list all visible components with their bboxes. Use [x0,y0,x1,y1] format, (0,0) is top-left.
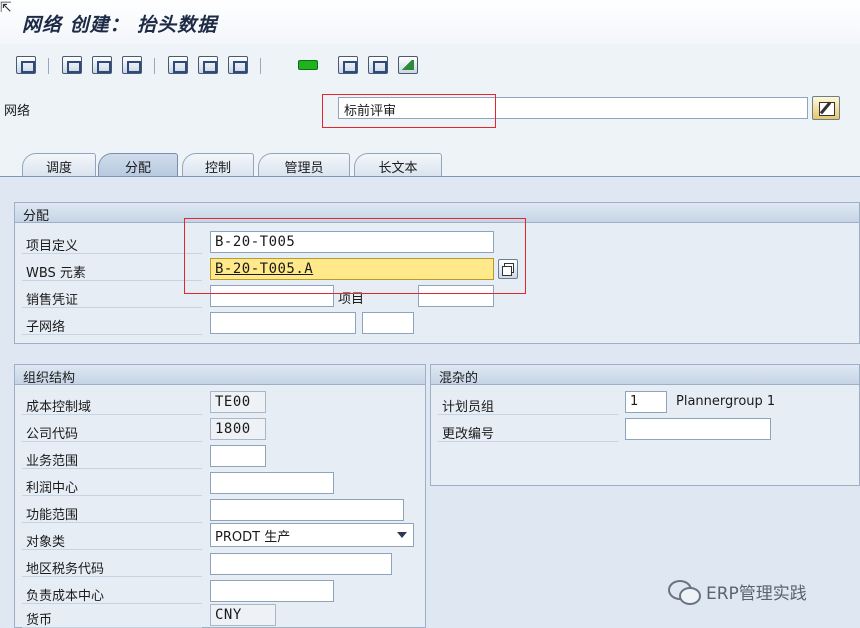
planner-group-input[interactable]: 1 [625,391,667,413]
watermark: ERP管理实践 [668,578,807,605]
title-bar: ⇱ 网络 创建： 抬头数据 [0,0,860,44]
business-area-label: 业务范围 [22,447,202,469]
object-class-value: PRODT 生产 [215,530,291,545]
change-number-label: 更改编号 [438,420,618,442]
tab-assignment[interactable]: 分配 [98,153,178,177]
tab-label: 管理员 [284,161,324,176]
tab-label: 分配 [124,161,151,176]
project-definition-input[interactable]: B-20-T005 [210,231,494,253]
component-overview-icon[interactable] [198,56,218,74]
structure-icon[interactable] [168,56,188,74]
company-code-input: 1800 [210,418,266,440]
group-title: 混杂的 [431,365,859,386]
tab-administration[interactable]: 管理员 [258,153,350,177]
profit-center-input[interactable] [210,472,334,494]
value-help-icon[interactable] [498,259,518,279]
functional-area-label: 功能范围 [22,501,202,523]
tab-label: 控制 [204,161,231,176]
object-class-select[interactable]: PRODT 生产 [210,523,414,547]
profit-center-label: 利润中心 [22,474,202,496]
wbs-element-label: WBS 元素 [22,259,202,281]
toolbar-separator [48,58,49,74]
sales-item-label: 项目 [338,292,365,307]
subnetwork-activity-input[interactable] [362,312,414,334]
watermark-text: ERP管理实践 [706,583,807,604]
calendar-icon[interactable] [62,56,82,74]
mouse-cursor-icon: ⇱ [0,0,12,16]
edit-long-text-icon[interactable] [812,96,840,120]
currency-input: CNY [210,604,276,626]
status-green-icon[interactable] [298,60,318,70]
tab-scheduling[interactable]: 调度 [22,153,96,177]
group-title: 组织结构 [15,365,425,386]
wechat-icon [668,578,701,605]
change-number-input[interactable] [625,418,771,440]
toolbar-separator [260,58,261,74]
object-class-label: 对象类 [22,528,202,550]
tax-jurisdiction-label: 地区税务代码 [22,555,202,577]
tax-jurisdiction-input[interactable] [210,553,392,575]
project-definition-label: 项目定义 [22,232,202,254]
group-title: 分配 [15,203,859,224]
tab-control[interactable]: 控制 [182,153,254,177]
document-icon[interactable] [338,56,358,74]
controlling-area-label: 成本控制域 [22,393,202,415]
wbs-element-input[interactable]: B-20-T005.A [210,258,494,280]
company-code-label: 公司代码 [22,420,202,442]
relationship-icon[interactable] [228,56,248,74]
responsible-cost-center-input[interactable] [210,580,334,602]
application-toolbar [0,44,860,86]
functional-area-input[interactable] [210,499,404,521]
table-icon[interactable] [92,56,112,74]
sales-document-label: 销售凭证 [22,286,202,308]
tab-label: 调度 [45,161,72,176]
hierarchy-icon[interactable] [16,56,36,74]
window-title: 网络 创建： 抬头数据 [22,14,218,36]
network-description-input[interactable]: 标前评审 [338,97,808,119]
planner-group-label: 计划员组 [438,393,618,415]
responsible-cost-center-label: 负责成本中心 [22,582,202,604]
copy-icon[interactable] [368,56,388,74]
business-area-input[interactable] [210,445,266,467]
subnetwork-input[interactable] [210,312,356,334]
currency-label: 货币 [22,606,202,628]
milestone-icon[interactable] [398,56,418,74]
sales-item-input[interactable] [418,285,494,307]
controlling-area-input: TE00 [210,391,266,413]
subnetwork-label: 子网络 [22,313,202,335]
network-label: 网络 [4,104,31,119]
toolbar-separator [154,58,155,74]
sales-document-input[interactable] [210,285,334,307]
planner-group-text: Plannergroup 1 [676,394,776,409]
tab-long-text[interactable]: 长文本 [354,153,442,177]
tab-label: 长文本 [378,161,418,176]
network-graphic-icon[interactable] [122,56,142,74]
chevron-down-icon[interactable] [397,532,407,538]
